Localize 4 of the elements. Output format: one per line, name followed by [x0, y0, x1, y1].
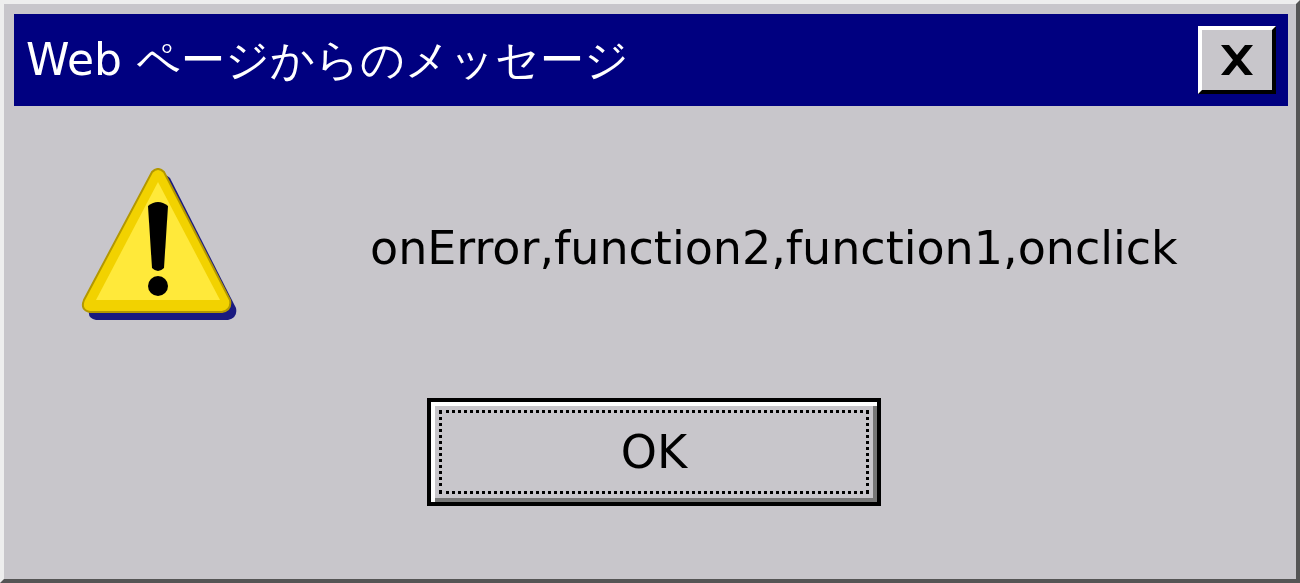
message-text: onError,function2,function1,onclick — [370, 221, 1178, 275]
close-button[interactable] — [1198, 26, 1276, 94]
window-title: Web ページからのメッセージ — [26, 32, 629, 87]
ok-button[interactable]: OK — [427, 398, 881, 506]
